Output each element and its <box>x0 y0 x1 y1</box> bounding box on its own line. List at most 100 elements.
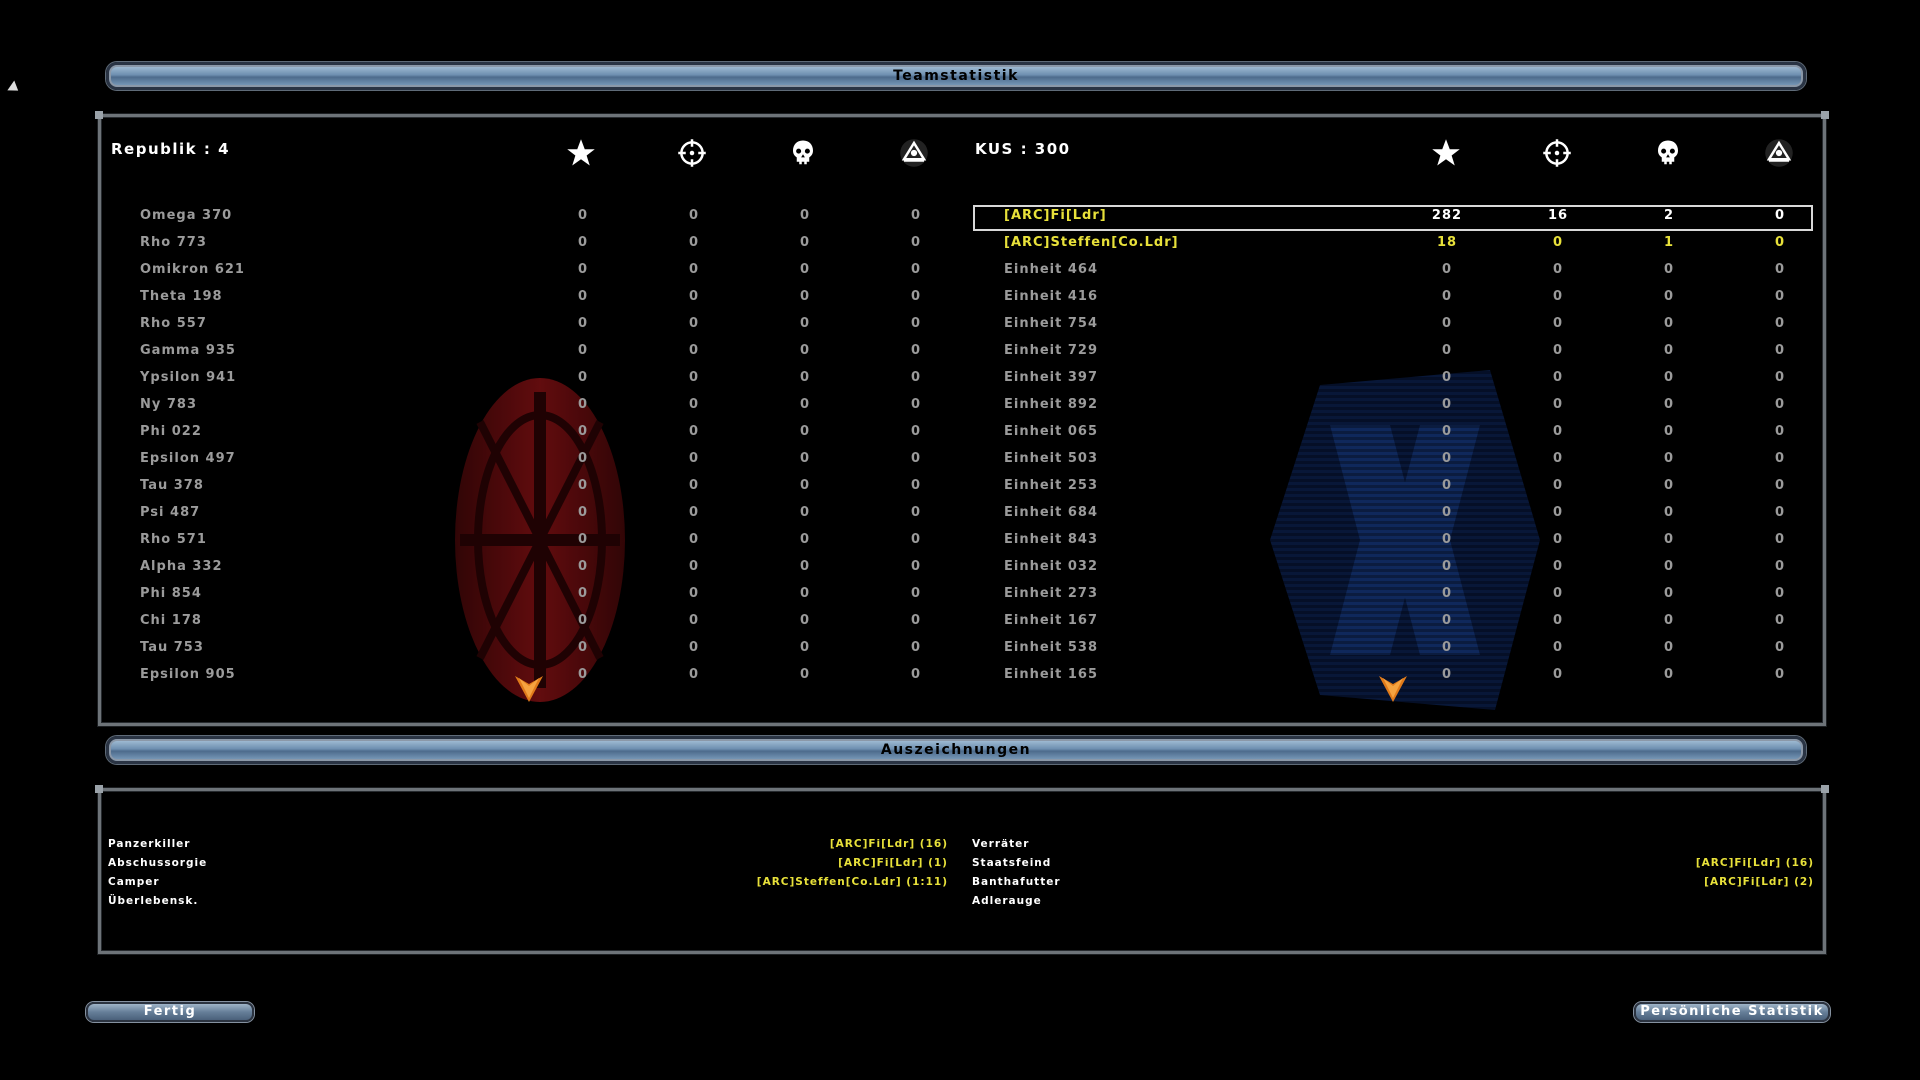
republic-star-icon <box>564 136 598 170</box>
kus-team-header: KUS : 300 <box>975 140 1071 158</box>
kills-value: 0 <box>1552 532 1564 547</box>
deaths-value: 2 <box>1663 208 1675 223</box>
done-button[interactable]: Fertig <box>86 1002 254 1022</box>
score-value: 282 <box>1431 208 1463 223</box>
deaths-value: 0 <box>1663 343 1675 358</box>
vehicles-value: 0 <box>1774 451 1786 466</box>
kus-scroll-down-icon[interactable] <box>1379 676 1407 702</box>
kus-player-row[interactable]: Einheit 538 0 0 0 0 <box>0 634 1920 661</box>
player-name: [ARC]Steffen[Co.Ldr] <box>1004 235 1179 250</box>
kills-value: 0 <box>1552 316 1564 331</box>
award-winner: [ARC]Steffen[Co.Ldr] (1:11) <box>756 876 948 888</box>
score-value: 0 <box>1441 667 1453 682</box>
deaths-value: 0 <box>1663 262 1675 277</box>
kus-player-row[interactable]: Einheit 754 0 0 0 0 <box>0 310 1920 337</box>
kills-value: 0 <box>1552 559 1564 574</box>
player-name: Einheit 167 <box>1004 613 1098 628</box>
kus-player-row[interactable]: Einheit 065 0 0 0 0 <box>0 418 1920 445</box>
kills-value: 0 <box>1552 451 1564 466</box>
republic-skull-icon <box>786 136 820 170</box>
award-label: Überlebensk. <box>108 895 199 907</box>
kus-player-row[interactable]: Einheit 729 0 0 0 0 <box>0 337 1920 364</box>
kus-player-row[interactable]: Einheit 165 0 0 0 0 <box>0 661 1920 688</box>
score-value: 0 <box>1441 343 1453 358</box>
kus-crosshair-icon <box>1540 136 1574 170</box>
awards-title: Auszeichnungen <box>880 742 1032 758</box>
kills-value: 0 <box>1552 397 1564 412</box>
kus-player-row[interactable]: [ARC]Fi[Ldr] 282 16 2 0 <box>0 202 1920 229</box>
deaths-value: 0 <box>1663 613 1675 628</box>
vehicles-value: 0 <box>1774 370 1786 385</box>
kus-vehicle-icon <box>1762 136 1796 170</box>
score-value: 0 <box>1441 505 1453 520</box>
personal-stats-button[interactable]: Persönliche Statistik <box>1634 1002 1830 1022</box>
kills-value: 0 <box>1552 640 1564 655</box>
title-bar: Teamstatistik <box>106 62 1806 90</box>
player-name: Einheit 503 <box>1004 451 1098 466</box>
vehicles-value: 0 <box>1774 343 1786 358</box>
player-name: Einheit 416 <box>1004 289 1098 304</box>
deaths-value: 0 <box>1663 424 1675 439</box>
vehicles-value: 0 <box>1774 532 1786 547</box>
page-title: Teamstatistik <box>893 68 1019 84</box>
kus-player-row[interactable]: Einheit 397 0 0 0 0 <box>0 364 1920 391</box>
deaths-value: 0 <box>1663 289 1675 304</box>
award-label: Camper <box>108 876 160 888</box>
score-value: 0 <box>1441 316 1453 331</box>
score-value: 0 <box>1441 559 1453 574</box>
kus-player-row[interactable]: [ARC]Steffen[Co.Ldr] 18 0 1 0 <box>0 229 1920 256</box>
awards-panel <box>95 785 1829 954</box>
vehicles-value: 0 <box>1774 289 1786 304</box>
kills-value: 0 <box>1552 343 1564 358</box>
kus-player-row[interactable]: Einheit 684 0 0 0 0 <box>0 499 1920 526</box>
kills-value: 0 <box>1552 370 1564 385</box>
kus-player-row[interactable]: Einheit 253 0 0 0 0 <box>0 472 1920 499</box>
award-label: Adlerauge <box>972 895 1042 907</box>
vehicles-value: 0 <box>1774 235 1786 250</box>
deaths-value: 0 <box>1663 451 1675 466</box>
player-name: Einheit 032 <box>1004 559 1098 574</box>
republic-vehicle-icon <box>897 136 931 170</box>
kus-player-row[interactable]: Einheit 464 0 0 0 0 <box>0 256 1920 283</box>
player-name: Einheit 065 <box>1004 424 1098 439</box>
kus-player-row[interactable]: Einheit 843 0 0 0 0 <box>0 526 1920 553</box>
player-name: Einheit 397 <box>1004 370 1098 385</box>
award-winner: [ARC]Fi[Ldr] (16) <box>1695 857 1814 869</box>
kills-value: 0 <box>1552 262 1564 277</box>
player-name: Einheit 684 <box>1004 505 1098 520</box>
player-name: [ARC]Fi[Ldr] <box>1004 208 1107 223</box>
score-value: 0 <box>1441 586 1453 601</box>
kills-value: 0 <box>1552 424 1564 439</box>
score-value: 0 <box>1441 397 1453 412</box>
award-label: Staatsfeind <box>972 857 1052 869</box>
vehicles-value: 0 <box>1774 478 1786 493</box>
player-name: Einheit 843 <box>1004 532 1098 547</box>
deaths-value: 0 <box>1663 316 1675 331</box>
vehicles-value: 0 <box>1774 559 1786 574</box>
republic-crosshair-icon <box>675 136 709 170</box>
kills-value: 16 <box>1547 208 1569 223</box>
kus-player-row[interactable]: Einheit 892 0 0 0 0 <box>0 391 1920 418</box>
deaths-value: 0 <box>1663 397 1675 412</box>
player-name: Einheit 892 <box>1004 397 1098 412</box>
kus-player-row[interactable]: Einheit 503 0 0 0 0 <box>0 445 1920 472</box>
deaths-value: 0 <box>1663 586 1675 601</box>
mouse-cursor <box>7 80 22 96</box>
kus-star-icon <box>1429 136 1463 170</box>
score-value: 0 <box>1441 478 1453 493</box>
kills-value: 0 <box>1552 289 1564 304</box>
kus-player-row[interactable]: Einheit 167 0 0 0 0 <box>0 607 1920 634</box>
kus-player-row[interactable]: Einheit 273 0 0 0 0 <box>0 580 1920 607</box>
score-value: 18 <box>1436 235 1458 250</box>
player-name: Einheit 273 <box>1004 586 1098 601</box>
score-value: 0 <box>1441 289 1453 304</box>
deaths-value: 1 <box>1663 235 1675 250</box>
player-name: Einheit 729 <box>1004 343 1098 358</box>
vehicles-value: 0 <box>1774 208 1786 223</box>
vehicles-value: 0 <box>1774 262 1786 277</box>
republic-scroll-down-icon[interactable] <box>515 676 543 702</box>
kus-player-row[interactable]: Einheit 416 0 0 0 0 <box>0 283 1920 310</box>
kills-value: 0 <box>1552 586 1564 601</box>
award-winner: [ARC]Fi[Ldr] (16) <box>829 838 948 850</box>
kus-player-row[interactable]: Einheit 032 0 0 0 0 <box>0 553 1920 580</box>
